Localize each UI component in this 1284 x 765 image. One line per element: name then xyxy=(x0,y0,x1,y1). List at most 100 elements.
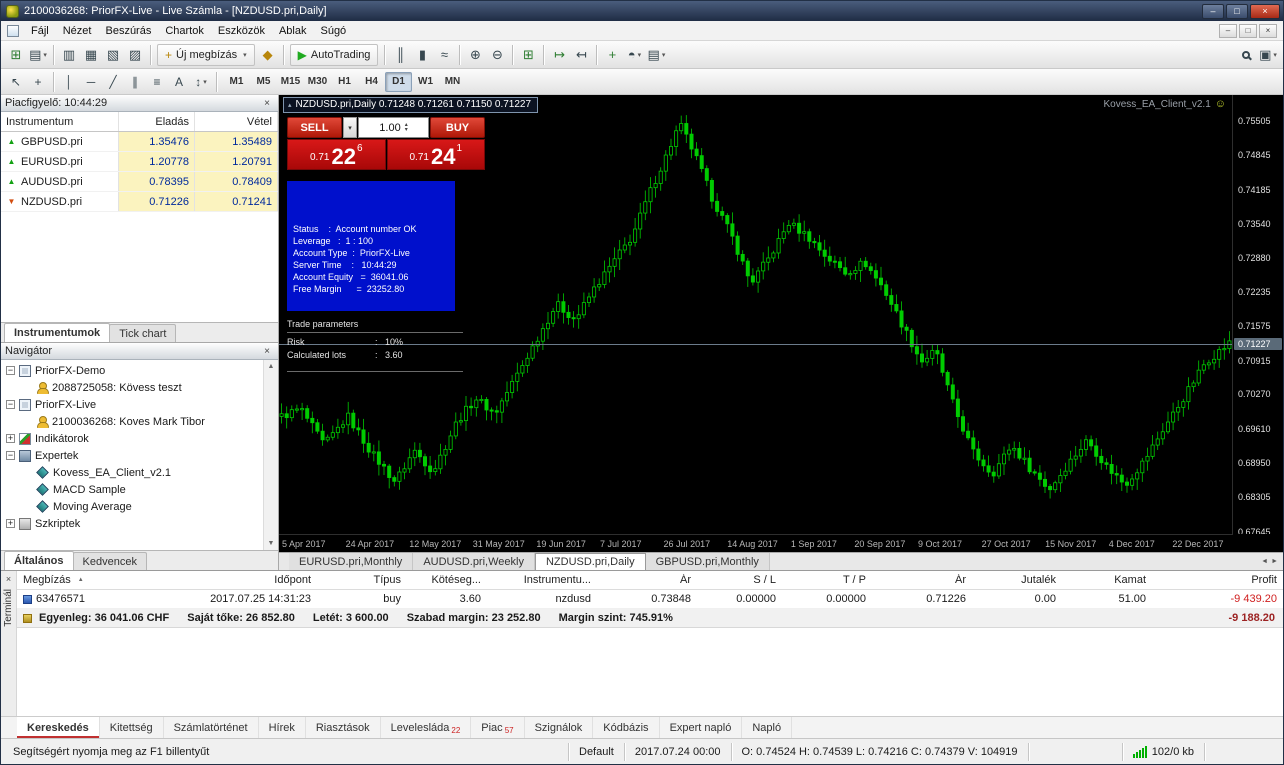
profiles-icon[interactable]: ▤ ▾ xyxy=(27,44,49,66)
spin-down-icon[interactable]: ▾ xyxy=(405,127,408,133)
data-window-icon[interactable]: ▦ xyxy=(80,44,102,66)
expand-icon[interactable]: + xyxy=(6,519,15,528)
arrows-icon[interactable]: ↕ ▾ xyxy=(190,72,212,92)
scroll-down-icon[interactable]: ▼ xyxy=(268,540,275,547)
chart-shift-icon[interactable]: ↤ xyxy=(570,44,592,66)
autotrading-button[interactable]: ▶ AutoTrading xyxy=(289,43,379,66)
nav-item-2100036268-koves-mark-tibor[interactable]: 2100036268: Koves Mark Tibor xyxy=(1,413,278,430)
tab-instrumentumok[interactable]: Instrumentumok xyxy=(4,323,111,342)
bar-chart-icon[interactable]: ║ xyxy=(389,44,411,66)
column-header-s-l[interactable]: S / L xyxy=(697,574,782,586)
close-icon[interactable]: × xyxy=(260,97,274,110)
new-chart-icon[interactable]: ⊞ xyxy=(5,44,27,66)
timeframe-mn[interactable]: MN xyxy=(439,72,466,92)
price-axis[interactable]: 0.71227 0.75505 0.74845 0.74185 0.73540 0.72… xyxy=(1233,95,1283,534)
menu-ablak[interactable]: Ablak xyxy=(272,23,314,39)
scroll-up-icon[interactable]: ▲ xyxy=(268,363,275,370)
market-watch-row[interactable]: ▲ AUDUSD.pri 0.78395 0.78409 xyxy=(1,172,278,192)
column-header-r[interactable]: Ár xyxy=(597,574,697,586)
navigator-icon[interactable]: ▧ xyxy=(102,44,124,66)
column-header-instrumentu[interactable]: Instrumentu... xyxy=(487,574,597,586)
text-icon[interactable]: A xyxy=(168,72,190,92)
market-watch-row[interactable]: ▲ EURUSD.pri 1.20778 1.20791 xyxy=(1,152,278,172)
timeframe-m15[interactable]: M15 xyxy=(277,72,304,92)
column-header-instrumentum[interactable]: Instrumentum xyxy=(1,112,119,131)
timeframe-d1[interactable]: D1 xyxy=(385,71,412,92)
lot-size-input[interactable]: 1.00 ▴ ▾ xyxy=(358,117,429,138)
periods-icon[interactable]: ◓ ▾ xyxy=(623,44,645,66)
terminal-tab-piac[interactable]: Piac 57 xyxy=(471,717,525,738)
navigator-scrollbar[interactable]: ▲ ▼ xyxy=(263,360,278,550)
new-order-button[interactable]: + Új megbízás ▾ xyxy=(157,43,255,66)
column-header-r[interactable]: Ár xyxy=(872,574,972,586)
column-header-elad-s[interactable]: Eladás xyxy=(119,112,195,131)
terminal-tab-napl[interactable]: Napló xyxy=(742,717,793,738)
chart-window-icon[interactable] xyxy=(7,24,19,37)
column-header-id-pont[interactable]: Időpont xyxy=(167,574,317,586)
collapse-icon[interactable]: − xyxy=(6,400,15,409)
nav-item-priorfx-live[interactable]: − PriorFX-Live xyxy=(1,396,278,413)
candlestick-chart-icon[interactable]: ▮ xyxy=(411,44,433,66)
terminal-icon[interactable]: ▨ xyxy=(124,44,146,66)
nav-item-moving-average[interactable]: Moving Average xyxy=(1,498,278,515)
collapse-icon[interactable]: − xyxy=(6,451,15,460)
vertical-line-icon[interactable]: │ xyxy=(58,72,80,92)
column-header-k-t-seg[interactable]: Kötéseg... xyxy=(407,574,487,586)
status-profile[interactable]: Default xyxy=(569,742,625,761)
tab-kedvencek[interactable]: Kedvencek xyxy=(72,552,147,570)
nav-item-kovess-ea-client-v2-1[interactable]: Kovess_EA_Client_v2.1 xyxy=(1,464,278,481)
chart-tab-nzdusd-pri-daily[interactable]: NZDUSD.pri,Daily xyxy=(534,553,646,570)
timeframe-m30[interactable]: M30 xyxy=(304,72,331,92)
menu-eszk-z-k[interactable]: Eszközök xyxy=(211,23,272,39)
collapse-icon[interactable]: − xyxy=(6,366,15,375)
column-header-t-pus[interactable]: Típus xyxy=(317,574,407,586)
terminal-tab-levelesl-da[interactable]: Levelesláda 22 xyxy=(381,717,472,738)
expand-icon[interactable]: + xyxy=(6,434,15,443)
column-header-megb-z-s[interactable]: Megbízás ▲ xyxy=(17,574,167,586)
minimize-button[interactable]: – xyxy=(1202,3,1224,19)
sell-price-button[interactable]: 0.71 22 6 xyxy=(287,139,386,170)
nav-item-2088725058-k-vess-teszt[interactable]: 2088725058: Kövess teszt xyxy=(1,379,278,396)
navigator-header[interactable]: Navigátor × xyxy=(1,343,278,360)
market-watch-row[interactable]: ▼ NZDUSD.pri 0.71226 0.71241 xyxy=(1,192,278,212)
child-restore-button[interactable]: □ xyxy=(1239,23,1257,38)
zoom-in-icon[interactable]: ⊕ xyxy=(464,44,486,66)
terminal-tab-k-db-zis[interactable]: Kódbázis xyxy=(593,717,660,738)
crosshair-icon[interactable]: + xyxy=(27,72,49,92)
menu-besz-r-s[interactable]: Beszúrás xyxy=(98,23,158,39)
chart-tab-audusd-pri-weekly[interactable]: AUDUSD.pri,Weekly xyxy=(413,553,535,570)
tab-scroll-left-icon[interactable]: ◄ xyxy=(1261,558,1268,565)
ea-smiley-icon[interactable]: ☺ xyxy=(1215,98,1226,110)
timeframe-m5[interactable]: M5 xyxy=(250,72,277,92)
trendline-icon[interactable]: ╱ xyxy=(102,72,124,92)
nav-item-expertek[interactable]: − Expertek xyxy=(1,447,278,464)
line-chart-icon[interactable]: ≈ xyxy=(433,44,455,66)
market-watch-header[interactable]: Piacfigyelő: 10:44:29 × xyxy=(1,95,278,112)
fibonacci-icon[interactable]: ≡ xyxy=(146,72,168,92)
market-watch-row[interactable]: ▲ GBPUSD.pri 1.35476 1.35489 xyxy=(1,132,278,152)
metaeditor-icon[interactable]: ◆ xyxy=(257,44,279,66)
menu-f-jl[interactable]: Fájl xyxy=(24,23,56,39)
zoom-out-icon[interactable]: ⊖ xyxy=(486,44,508,66)
restore-button[interactable]: □ xyxy=(1226,3,1248,19)
nav-item-macd-sample[interactable]: MACD Sample xyxy=(1,481,278,498)
terminal-tab-sz-mlat-rt-net[interactable]: Számlatörténet xyxy=(164,717,259,738)
collapse-panel-icon[interactable]: ▴ xyxy=(288,101,292,109)
column-header-v-tel[interactable]: Vétel xyxy=(195,112,278,131)
timeframe-h1[interactable]: H1 xyxy=(331,72,358,92)
chart-tab-eurusd-pri-monthly[interactable]: EURUSD.pri,Monthly xyxy=(289,553,414,570)
close-icon[interactable]: × xyxy=(260,345,274,358)
timeframe-m1[interactable]: M1 xyxy=(223,72,250,92)
column-header-t-p[interactable]: T / P xyxy=(782,574,872,586)
nav-item-priorfx-demo[interactable]: − PriorFX-Demo xyxy=(1,362,278,379)
market-watch-icon[interactable]: ▥ xyxy=(58,44,80,66)
tile-windows-icon[interactable]: ⊞ xyxy=(517,44,539,66)
indicators-icon[interactable]: + xyxy=(601,44,623,66)
order-type-dropdown[interactable]: ▾ xyxy=(343,117,357,138)
chart-tab-gbpusd-pri-monthly[interactable]: GBPUSD.pri,Monthly xyxy=(645,553,770,570)
tab-scroll-right-icon[interactable]: ► xyxy=(1271,558,1278,565)
buy-price-button[interactable]: 0.71 24 1 xyxy=(386,139,485,170)
search-icon[interactable] xyxy=(1235,44,1257,66)
terminal-tab-keresked-s[interactable]: Kereskedés xyxy=(17,717,100,738)
balance-row[interactable]: Egyenleg: 36 041.06 CHF Saját tőke: 26 8… xyxy=(17,609,1283,628)
